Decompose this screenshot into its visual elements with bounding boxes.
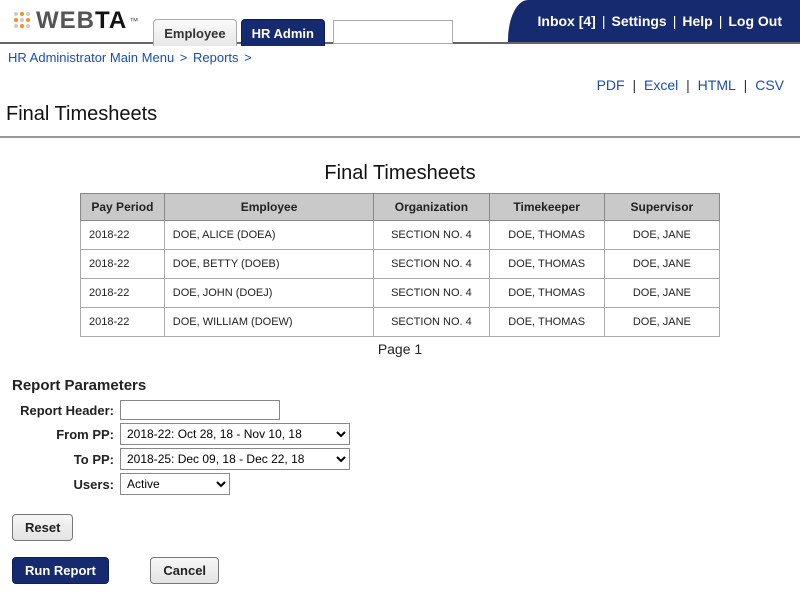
label-report-header: Report Header: [12, 403, 120, 418]
breadcrumb-reports[interactable]: Reports [193, 50, 239, 65]
table-pager: Page 1 [12, 337, 788, 367]
app-header: WEBTA ™ Employee HR Admin Inbox [4]| Set… [0, 0, 800, 44]
nav-logout[interactable]: Log Out [722, 13, 788, 29]
col-employee: Employee [164, 194, 374, 221]
table-cell: DOE, BETTY (DOEB) [164, 250, 374, 279]
export-excel-link[interactable]: Excel [642, 77, 680, 93]
to-pp-select[interactable]: 2018-25: Dec 09, 18 - Dec 22, 18 [120, 448, 350, 470]
chevron-right-icon: > [242, 50, 254, 65]
report-parameters: Report Parameters Report Header: From PP… [0, 373, 800, 506]
table-row: 2018-22DOE, WILLIAM (DOEW)SECTION NO. 4D… [81, 308, 720, 337]
export-links: PDF | Excel | HTML | CSV [0, 71, 800, 97]
from-pp-select[interactable]: 2018-22: Oct 28, 18 - Nov 10, 18 [120, 423, 350, 445]
timesheet-table: Pay Period Employee Organization Timekee… [80, 193, 720, 337]
table-cell: DOE, JANE [604, 221, 719, 250]
export-pdf-link[interactable]: PDF [595, 77, 627, 93]
global-search-input[interactable] [333, 20, 453, 44]
table-row: 2018-22DOE, ALICE (DOEA)SECTION NO. 4DOE… [81, 221, 720, 250]
table-row: 2018-22DOE, BETTY (DOEB)SECTION NO. 4DOE… [81, 250, 720, 279]
breadcrumb-main-menu[interactable]: HR Administrator Main Menu [8, 50, 174, 65]
top-right-nav: Inbox [4]| Settings| Help| Log Out [508, 0, 800, 42]
nav-help[interactable]: Help [676, 13, 718, 29]
report-title: Final Timesheets [12, 162, 788, 185]
col-timekeeper: Timekeeper [489, 194, 604, 221]
chevron-right-icon: > [178, 50, 190, 65]
table-cell: 2018-22 [81, 221, 165, 250]
table-cell: DOE, JANE [604, 308, 719, 337]
run-report-button[interactable]: Run Report [12, 557, 109, 584]
table-row: 2018-22DOE, JOHN (DOEJ)SECTION NO. 4DOE,… [81, 279, 720, 308]
table-cell: SECTION NO. 4 [374, 308, 489, 337]
cancel-button[interactable]: Cancel [150, 557, 219, 584]
table-cell: DOE, THOMAS [489, 279, 604, 308]
table-cell: DOE, JOHN (DOEJ) [164, 279, 374, 308]
table-cell: DOE, THOMAS [489, 250, 604, 279]
label-from-pp: From PP: [12, 427, 120, 442]
reset-button[interactable]: Reset [12, 514, 73, 541]
logo-tm: ™ [129, 16, 139, 26]
table-cell: DOE, JANE [604, 250, 719, 279]
export-html-link[interactable]: HTML [696, 77, 738, 93]
logo: WEBTA ™ [0, 7, 147, 35]
table-header-row: Pay Period Employee Organization Timekee… [81, 194, 720, 221]
nav-settings[interactable]: Settings [605, 13, 672, 29]
table-cell: 2018-22 [81, 279, 165, 308]
col-supervisor: Supervisor [604, 194, 719, 221]
report-header-input[interactable] [120, 400, 280, 420]
table-cell: DOE, WILLIAM (DOEW) [164, 308, 374, 337]
logo-text: WEBTA [36, 7, 127, 35]
breadcrumb: HR Administrator Main Menu > Reports > [0, 44, 800, 71]
tab-hr-admin[interactable]: HR Admin [241, 19, 325, 46]
users-select[interactable]: Active [120, 473, 230, 495]
col-organization: Organization [374, 194, 489, 221]
col-pay-period: Pay Period [81, 194, 165, 221]
table-cell: SECTION NO. 4 [374, 250, 489, 279]
nav-inbox[interactable]: Inbox [4] [532, 13, 602, 29]
tab-employee[interactable]: Employee [153, 19, 236, 46]
table-cell: 2018-22 [81, 250, 165, 279]
table-cell: SECTION NO. 4 [374, 221, 489, 250]
logo-dots-icon [14, 12, 32, 30]
table-cell: DOE, THOMAS [489, 221, 604, 250]
label-to-pp: To PP: [12, 452, 120, 467]
table-cell: DOE, THOMAS [489, 308, 604, 337]
table-cell: 2018-22 [81, 308, 165, 337]
table-cell: SECTION NO. 4 [374, 279, 489, 308]
main-tabs: Employee HR Admin [153, 0, 453, 42]
params-heading: Report Parameters [12, 377, 788, 394]
page-title: Final Timesheets [0, 97, 800, 138]
export-csv-link[interactable]: CSV [753, 77, 786, 93]
label-users: Users: [12, 477, 120, 492]
table-cell: DOE, ALICE (DOEA) [164, 221, 374, 250]
table-cell: DOE, JANE [604, 279, 719, 308]
report-area: Final Timesheets Pay Period Employee Org… [0, 138, 800, 373]
